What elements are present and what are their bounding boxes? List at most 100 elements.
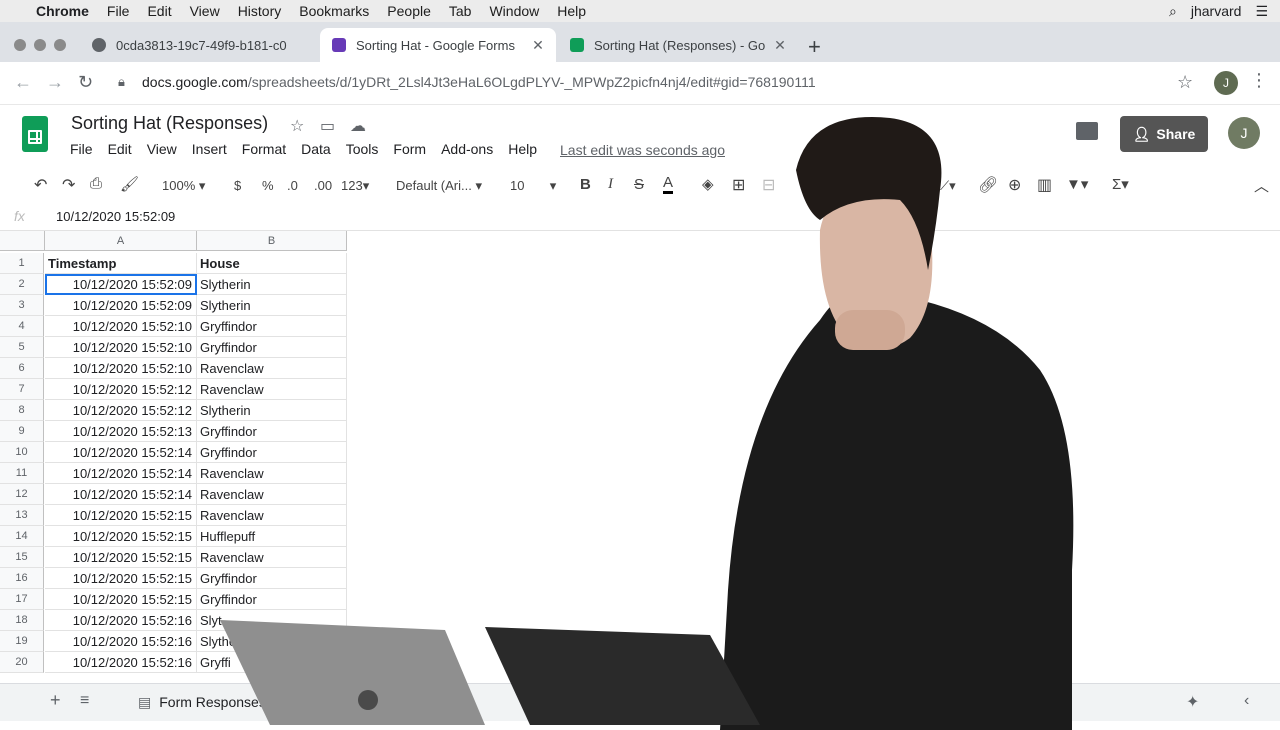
row-header[interactable]: 12 xyxy=(0,484,44,505)
bookmark-star-icon[interactable]: ☆ xyxy=(1177,72,1193,93)
house-cell[interactable]: Slytherin xyxy=(197,400,347,421)
collapse-menu-icon[interactable]: ︿ xyxy=(1254,175,1269,196)
app-menu-chrome[interactable]: Chrome xyxy=(36,3,89,19)
account-avatar[interactable]: J xyxy=(1228,117,1260,149)
menu-tab[interactable]: Tab xyxy=(449,3,472,19)
add-sheet-icon[interactable]: + xyxy=(50,690,61,711)
redo-icon[interactable]: ↷ xyxy=(62,175,75,195)
row-header[interactable]: 6 xyxy=(0,358,44,379)
bold-icon[interactable]: B xyxy=(580,176,591,193)
header-cell-timestamp[interactable]: Timestamp xyxy=(45,253,197,274)
row-header[interactable]: 13 xyxy=(0,505,44,526)
timestamp-cell[interactable]: 10/12/2020 15:52:14 xyxy=(45,442,197,463)
sheets-logo-icon[interactable] xyxy=(22,116,48,152)
font-family-select[interactable]: Default (Ari... ▾ xyxy=(396,178,482,194)
timestamp-cell[interactable]: 10/12/2020 15:52:16 xyxy=(45,631,197,652)
chrome-menu-icon[interactable]: ⋮ xyxy=(1250,70,1268,91)
timestamp-cell[interactable]: 10/12/2020 15:52:10 xyxy=(45,358,197,379)
italic-icon[interactable]: I xyxy=(608,176,613,193)
back-arrow-icon[interactable]: ← xyxy=(14,72,32,93)
house-cell[interactable]: Ravenclaw xyxy=(197,505,347,526)
print-icon[interactable]: ⎙ xyxy=(90,175,102,192)
sheets-menu-view[interactable]: View xyxy=(147,141,177,157)
column-header-b[interactable]: B xyxy=(197,231,347,251)
house-cell[interactable]: Gryffindor xyxy=(197,421,347,442)
menu-people[interactable]: People xyxy=(387,3,431,19)
undo-icon[interactable]: ↶ xyxy=(34,175,47,195)
timestamp-cell[interactable]: 10/12/2020 15:52:13 xyxy=(45,421,197,442)
house-cell[interactable]: Ravenclaw xyxy=(197,358,347,379)
tab-close-icon[interactable]: ✕ xyxy=(530,37,546,54)
forward-arrow-icon[interactable]: → xyxy=(46,72,64,93)
house-cell[interactable]: Hufflepuff xyxy=(197,526,347,547)
profile-avatar[interactable]: J xyxy=(1214,71,1238,95)
font-size-select[interactable]: 10 ▾ xyxy=(510,178,556,194)
sheets-menu-tools[interactable]: Tools xyxy=(346,141,379,157)
timestamp-cell[interactable]: 10/12/2020 15:52:15 xyxy=(45,568,197,589)
house-cell[interactable]: Gryffindor xyxy=(197,442,347,463)
increase-decimal-button[interactable]: .00 xyxy=(314,178,332,193)
strikethrough-icon[interactable]: S xyxy=(634,176,644,193)
sheets-menu-format[interactable]: Format xyxy=(242,141,286,157)
menu-help[interactable]: Help xyxy=(557,3,586,19)
timestamp-cell[interactable]: 10/12/2020 15:52:10 xyxy=(45,337,197,358)
row-header[interactable]: 10 xyxy=(0,442,44,463)
sheets-menu-insert[interactable]: Insert xyxy=(192,141,227,157)
row-header[interactable]: 4 xyxy=(0,316,44,337)
spreadsheet-grid[interactable]: A B 1 Timestamp House 2 10/12/2020 15:52:… xyxy=(0,231,350,673)
row-header[interactable]: 11 xyxy=(0,463,44,484)
text-color-icon[interactable]: A xyxy=(663,174,674,194)
house-cell[interactable]: Gryffindor xyxy=(197,316,347,337)
more-formats-button[interactable]: 123▾ xyxy=(341,178,369,194)
sheets-menu-form[interactable]: Form xyxy=(393,141,426,157)
menu-history[interactable]: History xyxy=(238,3,282,19)
menu-edit[interactable]: Edit xyxy=(147,3,171,19)
timestamp-cell[interactable]: 10/12/2020 15:52:12 xyxy=(45,400,197,421)
cloud-status-icon[interactable]: ☁ xyxy=(350,116,366,136)
format-percent-button[interactable]: % xyxy=(262,178,274,193)
address-bar[interactable]: docs.google.com/spreadsheets/d/1yDRt_2Ls… xyxy=(142,74,816,90)
window-minimize-button[interactable] xyxy=(34,39,46,51)
menubar-username[interactable]: jharvard xyxy=(1191,3,1242,19)
share-button[interactable]: 👤︎ Share xyxy=(1120,116,1208,152)
menu-file[interactable]: File xyxy=(107,3,130,19)
sheets-menu-edit[interactable]: Edit xyxy=(108,141,132,157)
row-header[interactable]: 19 xyxy=(0,631,44,652)
timestamp-cell[interactable]: 10/12/2020 15:52:16 xyxy=(45,610,197,631)
row-header[interactable]: 15 xyxy=(0,547,44,568)
header-cell-house[interactable]: House xyxy=(197,253,347,274)
timestamp-cell[interactable]: 10/12/2020 15:52:09 xyxy=(45,295,197,316)
row-header[interactable]: 9 xyxy=(0,421,44,442)
row-header[interactable]: 17 xyxy=(0,589,44,610)
row-header[interactable]: 3 xyxy=(0,295,44,316)
decrease-decimal-button[interactable]: .0 xyxy=(287,178,298,193)
house-cell[interactable]: Ravenclaw xyxy=(197,463,347,484)
functions-icon[interactable]: Σ▾ xyxy=(1112,175,1129,193)
zoom-select[interactable]: 100% ▾ xyxy=(162,178,205,194)
timestamp-cell[interactable]: 10/12/2020 15:52:15 xyxy=(45,589,197,610)
sheets-menu-help[interactable]: Help xyxy=(508,141,537,157)
move-folder-icon[interactable]: ▭ xyxy=(320,116,335,136)
document-title[interactable]: Sorting Hat (Responses) xyxy=(71,113,268,134)
window-close-button[interactable] xyxy=(14,39,26,51)
browser-tab-1[interactable]: 0cda3813-19c7-49f9-b181-c0 xyxy=(80,28,318,62)
window-zoom-button[interactable] xyxy=(54,39,66,51)
format-currency-button[interactable]: $ xyxy=(234,178,241,193)
menu-view[interactable]: View xyxy=(190,3,220,19)
row-header[interactable]: 14 xyxy=(0,526,44,547)
house-cell[interactable]: Gryffindor xyxy=(197,337,347,358)
row-header[interactable]: 5 xyxy=(0,337,44,358)
row-header[interactable]: 8 xyxy=(0,400,44,421)
menu-bookmarks[interactable]: Bookmarks xyxy=(299,3,369,19)
row-header[interactable]: 7 xyxy=(0,379,44,400)
star-icon[interactable]: ☆ xyxy=(290,116,304,136)
paint-format-icon[interactable]: 🖌︎ xyxy=(120,175,139,193)
timestamp-cell[interactable]: 10/12/2020 15:52:14 xyxy=(45,463,197,484)
all-sheets-icon[interactable]: ≡ xyxy=(80,692,89,710)
house-cell[interactable]: Ravenclaw xyxy=(197,379,347,400)
row-header[interactable]: 20 xyxy=(0,652,44,673)
house-cell[interactable]: Slytherin xyxy=(197,274,347,295)
row-header[interactable]: 2 xyxy=(0,274,44,295)
timestamp-cell[interactable]: 10/12/2020 15:52:10 xyxy=(45,316,197,337)
house-cell[interactable]: Slytherin xyxy=(197,295,347,316)
